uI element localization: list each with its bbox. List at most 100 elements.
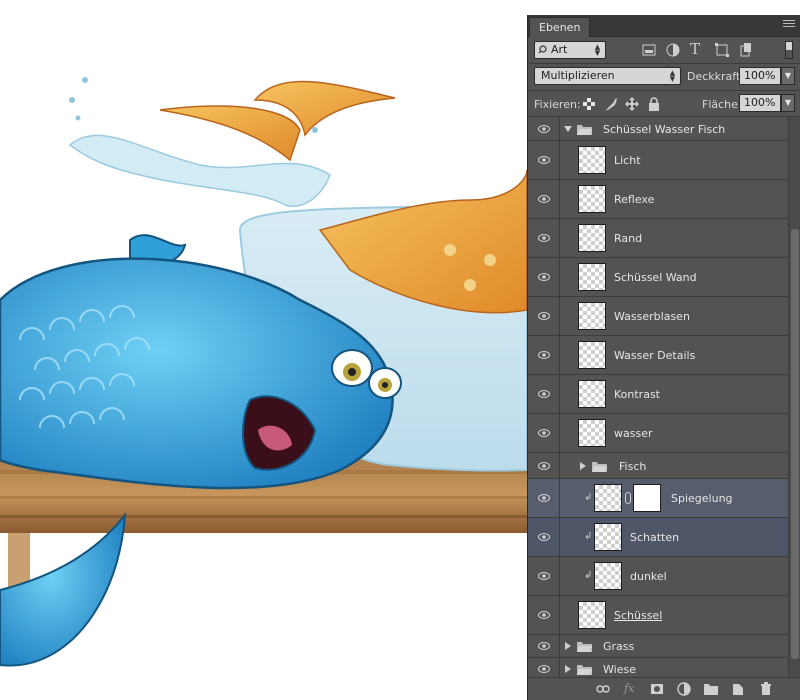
visibility-cell[interactable] (528, 479, 560, 517)
eye-icon[interactable] (538, 351, 550, 359)
blend-mode-value: Multiplizieren (541, 69, 615, 82)
filter-row: Art ▲ ▼ T (528, 37, 800, 63)
eye-icon[interactable] (538, 665, 550, 673)
layer-style-fx-icon[interactable]: fx (624, 682, 638, 696)
document-canvas[interactable] (0, 0, 527, 700)
layer-thumbnail (578, 185, 606, 213)
select-arrows-icon: ▲ ▼ (669, 69, 676, 83)
visibility-cell[interactable] (528, 219, 560, 257)
eye-icon[interactable] (538, 234, 550, 242)
smartobject-filter-icon[interactable] (738, 42, 754, 58)
lock-position-move-icon[interactable] (625, 97, 639, 111)
opacity-label: Deckkraft: (687, 70, 744, 83)
collapsed-triangle-icon[interactable] (580, 462, 586, 470)
layer-item-selected[interactable]: ↲ Schatten (528, 518, 788, 557)
collapsed-triangle-icon[interactable] (565, 665, 571, 673)
layer-mask-thumbnail[interactable] (633, 484, 661, 512)
layer-thumbnail (578, 302, 606, 330)
layer-group-grass[interactable]: Grass (528, 635, 788, 658)
adjustment-layer-icon[interactable] (677, 682, 691, 696)
layers-panel: Ebenen Art ▲ ▼ T Multiplizieren ▲ ▼ Deckkr… (527, 15, 800, 700)
panel-menu-icon[interactable] (783, 20, 795, 30)
layer-item[interactable]: Rand (528, 219, 788, 258)
layer-item[interactable]: ↲ dunkel (528, 557, 788, 596)
eye-icon[interactable] (538, 312, 550, 320)
layer-name: dunkel (630, 570, 667, 583)
eye-icon[interactable] (538, 390, 550, 398)
layer-name: Spiegelung (671, 492, 733, 505)
layer-item-selected[interactable]: ↲ Spiegelung (528, 479, 788, 518)
folder-icon (592, 462, 607, 472)
eye-icon[interactable] (538, 642, 550, 650)
scrollbar-thumb[interactable] (791, 229, 799, 659)
eye-icon[interactable] (538, 429, 550, 437)
folder-icon (577, 125, 592, 135)
eye-icon[interactable] (538, 462, 550, 470)
fill-dropdown-icon[interactable]: ▼ (781, 94, 795, 112)
layer-item[interactable]: Wasserblasen (528, 297, 788, 336)
fill-label: Fläche: (702, 98, 742, 111)
eye-icon[interactable] (538, 156, 550, 164)
type-filter-icon[interactable]: T (690, 41, 706, 57)
layers-scrollbar[interactable] (788, 117, 800, 677)
layer-item[interactable]: Kontrast (528, 375, 788, 414)
layer-name: Schüssel Wasser Fisch (603, 123, 726, 136)
folder-icon (577, 642, 592, 652)
search-icon (538, 45, 547, 54)
link-layers-icon[interactable] (596, 682, 610, 696)
opacity-input[interactable]: 100% (739, 67, 781, 85)
layer-group-fisch[interactable]: Fisch (528, 453, 788, 479)
folder-icon (577, 665, 592, 675)
lock-transparent-icon[interactable] (582, 97, 596, 111)
fill-input[interactable]: 100% (739, 94, 781, 112)
visibility-cell[interactable] (528, 518, 560, 556)
visibility-cell[interactable] (528, 117, 560, 140)
lock-all-icon[interactable] (647, 97, 661, 111)
filter-kind-select[interactable]: Art ▲ ▼ (534, 41, 606, 59)
eye-icon[interactable] (538, 195, 550, 203)
pixel-filter-icon[interactable] (641, 42, 657, 58)
layer-item[interactable]: Reflexe (528, 180, 788, 219)
visibility-cell[interactable] (528, 658, 560, 677)
lock-image-brush-icon[interactable] (604, 97, 618, 111)
tab-layers[interactable]: Ebenen (529, 17, 591, 37)
layer-item[interactable]: Licht (528, 141, 788, 180)
visibility-cell[interactable] (528, 596, 560, 634)
eye-icon[interactable] (538, 125, 550, 133)
shape-filter-icon[interactable] (714, 42, 730, 58)
new-group-folder-icon[interactable] (704, 682, 718, 696)
visibility-cell[interactable] (528, 141, 560, 179)
eye-icon[interactable] (538, 611, 550, 619)
visibility-cell[interactable] (528, 414, 560, 452)
visibility-cell[interactable] (528, 336, 560, 374)
new-layer-icon[interactable] (731, 682, 745, 696)
layer-item[interactable]: Schüssel (528, 596, 788, 635)
collapsed-triangle-icon[interactable] (565, 642, 571, 650)
mask-link-icon[interactable] (625, 492, 631, 504)
eye-icon[interactable] (538, 494, 550, 502)
eye-icon[interactable] (538, 572, 550, 580)
add-mask-icon[interactable] (650, 682, 664, 696)
visibility-cell[interactable] (528, 375, 560, 413)
opacity-dropdown-icon[interactable]: ▼ (781, 67, 795, 85)
layer-group-schuessel-wasser-fisch[interactable]: Schüssel Wasser Fisch (528, 117, 788, 141)
visibility-cell[interactable] (528, 557, 560, 595)
layers-list: Schüssel Wasser Fisch Licht Reflexe Rand… (528, 117, 788, 677)
eye-icon[interactable] (538, 533, 550, 541)
layer-group-wiese[interactable]: Wiese (528, 658, 788, 677)
visibility-cell[interactable] (528, 180, 560, 218)
layer-item[interactable]: Schüssel Wand (528, 258, 788, 297)
layer-thumbnail (594, 484, 622, 512)
delete-trash-icon[interactable] (759, 682, 773, 696)
layer-item[interactable]: Wasser Details (528, 336, 788, 375)
blend-mode-select[interactable]: Multiplizieren ▲ ▼ (534, 67, 681, 85)
visibility-cell[interactable] (528, 297, 560, 335)
layer-item[interactable]: wasser (528, 414, 788, 453)
adjustment-filter-icon[interactable] (665, 42, 681, 58)
visibility-cell[interactable] (528, 635, 560, 657)
visibility-cell[interactable] (528, 453, 560, 478)
expanded-triangle-icon[interactable] (564, 126, 572, 132)
visibility-cell[interactable] (528, 258, 560, 296)
filter-toggle-switch[interactable] (785, 41, 793, 59)
eye-icon[interactable] (538, 273, 550, 281)
